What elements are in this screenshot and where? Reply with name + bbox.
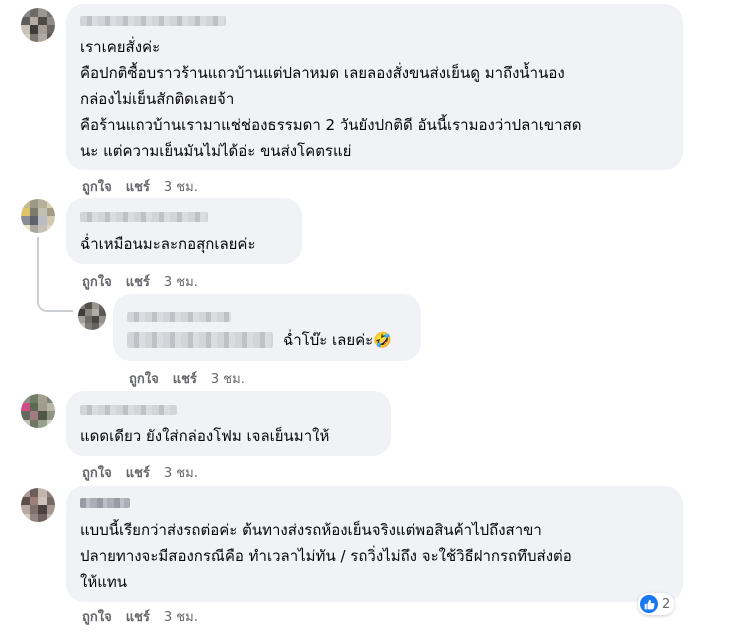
like-button[interactable]: ถูกใจ xyxy=(82,466,112,481)
author-name[interactable] xyxy=(80,16,226,26)
comment-bubble: แบบนี้เรียกว่าส่งรถต่อค่ะ ต้นทางส่งรถห้อ… xyxy=(66,486,683,602)
comment-text-line: ปลายทางจะมีสองกรณีคือ ทำเวลาไม่ทัน / รถว… xyxy=(80,547,572,565)
comment-actions: ถูกใจ แชร์ 3 ชม. xyxy=(129,368,245,389)
comment-actions: ถูกใจ แชร์ 3 ชม. xyxy=(82,271,198,292)
share-button[interactable]: แชร์ xyxy=(126,275,150,290)
comment-text-line: ให้แทน xyxy=(80,573,128,591)
reaction-count: 2 xyxy=(662,596,671,612)
comment-text-line: คือร้านแถวบ้านเรามาแช่ช่องธรรมดา 2 วันยั… xyxy=(80,116,582,134)
comment-bubble: เราเคยสั่งค่ะ คือปกติซื้อบราวร้านแถวบ้าน… xyxy=(66,4,683,170)
like-button[interactable]: ถูกใจ xyxy=(82,180,112,195)
timestamp[interactable]: 3 ชม. xyxy=(164,275,198,290)
tagged-name[interactable] xyxy=(127,332,273,348)
comment-bubble: ฉ่ำเหมือนมะละกอสุกเลยค่ะ xyxy=(66,198,302,264)
comment-actions: ถูกใจ แชร์ 3 ชม. xyxy=(82,462,198,483)
share-button[interactable]: แชร์ xyxy=(126,180,150,195)
comment-text-line: กล่องไม่เย็นสักติดเลยจ้า xyxy=(80,90,235,108)
author-name[interactable] xyxy=(80,212,208,222)
comment-text-line: แดดเดียว ยังใส่กล่องโฟม เจลเย็นมาให้ xyxy=(80,427,330,445)
avatar[interactable] xyxy=(21,488,55,522)
timestamp[interactable]: 3 ชม. xyxy=(164,466,198,481)
thread-line xyxy=(37,237,39,297)
reply-bubble: ฉ่ำโบ๊ะ เลยค่ะ🤣 xyxy=(113,294,421,361)
avatar[interactable] xyxy=(78,302,106,330)
like-button[interactable]: ถูกใจ xyxy=(82,610,112,625)
reaction-summary[interactable]: 2 xyxy=(638,593,675,615)
avatar[interactable] xyxy=(21,8,55,42)
share-button[interactable]: แชร์ xyxy=(126,466,150,481)
comment-text-line: คือปกติซื้อบราวร้านแถวบ้านแต่ปลาหมด เลยล… xyxy=(80,64,565,82)
author-name[interactable] xyxy=(80,498,130,508)
comment-text-line: นะ แต่ความเย็นมันไม่ได้อ่ะ ขนส่งโคตรแย่ xyxy=(80,142,352,160)
share-button[interactable]: แชร์ xyxy=(126,610,150,625)
author-name[interactable] xyxy=(80,405,177,415)
comment-text-line: ฉ่ำโบ๊ะ เลยค่ะ🤣 xyxy=(283,331,392,349)
timestamp[interactable]: 3 ชม. xyxy=(164,180,198,195)
share-button[interactable]: แชร์ xyxy=(173,372,197,387)
like-button[interactable]: ถูกใจ xyxy=(82,275,112,290)
like-button[interactable]: ถูกใจ xyxy=(129,372,159,387)
avatar[interactable] xyxy=(21,199,55,233)
comment-text-line: แบบนี้เรียกว่าส่งรถต่อค่ะ ต้นทางส่งรถห้อ… xyxy=(80,521,542,539)
like-icon xyxy=(640,595,658,613)
avatar[interactable] xyxy=(21,394,55,428)
comment-text-line: ฉ่ำเหมือนมะละกอสุกเลยค่ะ xyxy=(80,235,256,253)
comment-actions: ถูกใจ แชร์ 3 ชม. xyxy=(82,606,198,627)
comment-text-line: เราเคยสั่งค่ะ xyxy=(80,38,161,56)
comment-bubble: แดดเดียว ยังใส่กล่องโฟม เจลเย็นมาให้ xyxy=(66,391,391,456)
timestamp[interactable]: 3 ชม. xyxy=(164,610,198,625)
thread-connector xyxy=(37,296,73,312)
comment-actions: ถูกใจ แชร์ 3 ชม. xyxy=(82,176,198,197)
timestamp[interactable]: 3 ชม. xyxy=(211,372,245,387)
author-name[interactable] xyxy=(127,312,231,322)
